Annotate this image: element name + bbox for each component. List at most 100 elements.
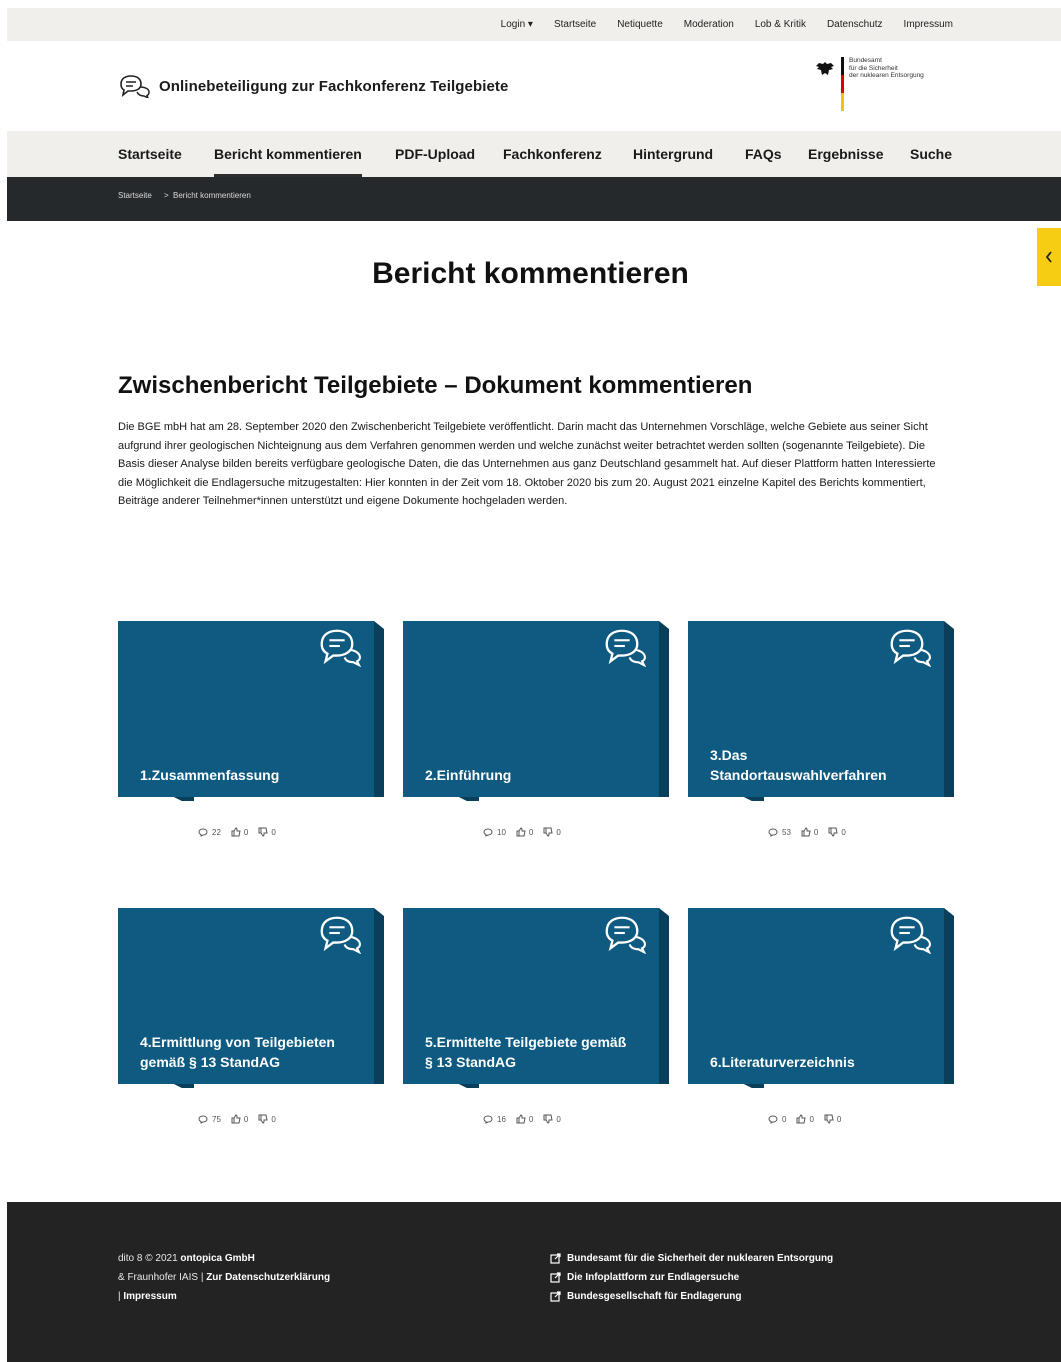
chapter-card[interactable]: 6.Literaturverzeichnis 0 0 0 (688, 908, 964, 1138)
comment-icon (483, 827, 493, 837)
chapter-card[interactable]: 3.Das Standortauswahlverfahren 53 0 0 (688, 621, 964, 851)
external-link-icon (550, 1272, 561, 1283)
footer-impressum-link[interactable]: Impressum (123, 1291, 176, 1302)
bmu-logo[interactable]: Bundesamt für die Sicherheit der nuklear… (815, 55, 955, 115)
nav-bericht-kommentieren[interactable]: Bericht kommentieren (214, 131, 362, 177)
like-count-value: 0 (243, 827, 249, 837)
site-title: Onlinebeteiligung zur Fachkonferenz Teil… (159, 77, 509, 95)
card-title: 2.Einführung (425, 767, 512, 783)
dislike-count-value: 0 (556, 1114, 561, 1124)
nav-startseite[interactable]: Startseite (118, 131, 182, 177)
dislike-count[interactable]: 0 (828, 827, 846, 837)
like-count[interactable]: 0 (231, 1114, 248, 1124)
comment-count: 16 (483, 1115, 506, 1124)
footer-ontopica-link[interactable]: ontopica GmbH (180, 1253, 254, 1264)
top-link-startseite[interactable]: Startseite (554, 19, 596, 30)
thumbs-down-icon (824, 1114, 834, 1124)
footer-link-bge[interactable]: Bundesgesellschaft für Endlagerung (550, 1287, 833, 1306)
footer-fraunhofer: & Fraunhofer IAIS | (118, 1272, 207, 1283)
chapter-card[interactable]: 5.Ermittelte Teilgebiete gemäß § 13 Stan… (403, 908, 679, 1138)
comment-icon (198, 1114, 208, 1124)
thumbs-down-icon (258, 1114, 268, 1124)
flag-stripe (841, 57, 844, 111)
dislike-count-value: 0 (271, 1114, 276, 1124)
like-count[interactable]: 0 (796, 1114, 814, 1124)
dislike-count-value: 0 (556, 827, 561, 837)
comment-icon (768, 827, 778, 837)
external-link-icon (550, 1291, 561, 1302)
nav-ergebnisse[interactable]: Ergebnisse (808, 131, 883, 177)
thumbs-up-icon (231, 827, 241, 837)
chapter-card[interactable]: 1.Zusammenfassung 22 0 0 (118, 621, 394, 851)
intro-text: Die BGE mbH hat am 28. September 2020 de… (118, 421, 936, 507)
login-link[interactable]: Login ▾ (501, 19, 533, 30)
footer-credits: dito 8 © 2021 ontopica GmbH & Fraunhofer… (118, 1249, 330, 1306)
top-utility-bar: Login ▾ Startseite Netiquette Moderation… (7, 8, 1061, 41)
comments-icon (890, 916, 932, 954)
comment-count-value: 22 (212, 827, 221, 837)
top-link-impressum[interactable]: Impressum (904, 19, 953, 30)
section-title: Zwischenbericht Teilgebiete – Dokument k… (118, 372, 753, 399)
external-link-icon (550, 1253, 561, 1264)
comment-count: 0 (768, 1115, 786, 1124)
dislike-count[interactable]: 0 (258, 1114, 276, 1124)
footer-link-base[interactable]: Bundesamt für die Sicherheit der nuklear… (550, 1249, 833, 1268)
site-title-link[interactable]: Onlinebeteiligung zur Fachkonferenz Teil… (118, 74, 508, 98)
thumbs-down-icon (543, 827, 553, 837)
main-navigation: Startseite Bericht kommentieren PDF-Uplo… (7, 131, 1061, 177)
breadcrumb: Startseite > Bericht kommentieren (7, 177, 1061, 221)
site-header: Onlinebeteiligung zur Fachkonferenz Teil… (7, 41, 1061, 131)
dislike-count-value: 0 (841, 827, 846, 837)
like-count-value: 0 (528, 1114, 534, 1124)
thumbs-down-icon (258, 827, 268, 837)
card-title: 3.Das Standortauswahlverfahren (710, 747, 887, 783)
dislike-count-value: 0 (836, 1114, 842, 1124)
top-link-netiquette[interactable]: Netiquette (617, 19, 663, 30)
comment-count: 75 (198, 1115, 221, 1124)
thumbs-up-icon (516, 1114, 526, 1124)
thumbs-up-icon (801, 827, 811, 837)
comments-icon (605, 916, 647, 954)
nav-pdf-upload[interactable]: PDF-Upload (395, 131, 475, 177)
thumbs-down-icon (543, 1114, 553, 1124)
card-stats: 22 0 0 (198, 827, 286, 837)
like-count-value: 0 (809, 1114, 814, 1124)
dislike-count[interactable]: 0 (824, 1114, 841, 1124)
page-title: Bericht kommentieren (372, 257, 689, 290)
thumbs-up-icon (796, 1114, 807, 1124)
dislike-count[interactable]: 0 (258, 827, 276, 837)
chapter-card[interactable]: 4.Ermittlung von Teilgebieten gemäß § 13… (118, 908, 394, 1138)
card-title: 4.Ermittlung von Teilgebieten gemäß § 13… (140, 1034, 335, 1070)
like-count[interactable]: 0 (231, 827, 248, 837)
card-stats: 0 0 0 (768, 1114, 851, 1124)
nav-hintergrund[interactable]: Hintergrund (633, 131, 713, 177)
footer-privacy-link[interactable]: Zur Datenschutzerklärung (206, 1272, 330, 1283)
card-title: 5.Ermittelte Teilgebiete gemäß § 13 Stan… (425, 1034, 627, 1070)
comment-count-value: 16 (497, 1114, 506, 1124)
top-link-moderation[interactable]: Moderation (684, 19, 734, 30)
comments-icon (320, 916, 362, 954)
top-link-datenschutz[interactable]: Datenschutz (827, 19, 883, 30)
like-count[interactable]: 0 (516, 1114, 533, 1124)
breadcrumb-home[interactable]: Startseite (118, 191, 152, 200)
dislike-count[interactable]: 0 (543, 827, 561, 837)
nav-fachkonferenz[interactable]: Fachkonferenz (503, 131, 602, 177)
comment-count: 10 (483, 828, 506, 837)
footer-link-infoplattform[interactable]: Die Infoplattform zur Endlagersuche (550, 1268, 833, 1287)
comments-icon (320, 629, 362, 667)
like-count-value: 0 (813, 827, 819, 837)
nav-faqs[interactable]: FAQs (745, 131, 782, 177)
like-count-value: 0 (243, 1114, 249, 1124)
footer-external-links: Bundesamt für die Sicherheit der nuklear… (550, 1249, 833, 1306)
comment-count-value: 10 (497, 827, 506, 837)
top-links: Login ▾ Startseite Netiquette Moderation… (480, 8, 953, 41)
chapter-card[interactable]: 2.Einführung 10 0 0 (403, 621, 679, 851)
like-count[interactable]: 0 (801, 827, 818, 837)
dislike-count[interactable]: 0 (543, 1114, 561, 1124)
top-link-lob-kritik[interactable]: Lob & Kritik (755, 19, 806, 30)
like-count[interactable]: 0 (516, 827, 533, 837)
card-title: 6.Literaturverzeichnis (710, 1054, 855, 1070)
nav-suche[interactable]: Suche (910, 131, 952, 177)
logo-label: Bundesamt für die Sicherheit der nuklear… (849, 57, 924, 79)
comment-count: 22 (198, 828, 221, 837)
